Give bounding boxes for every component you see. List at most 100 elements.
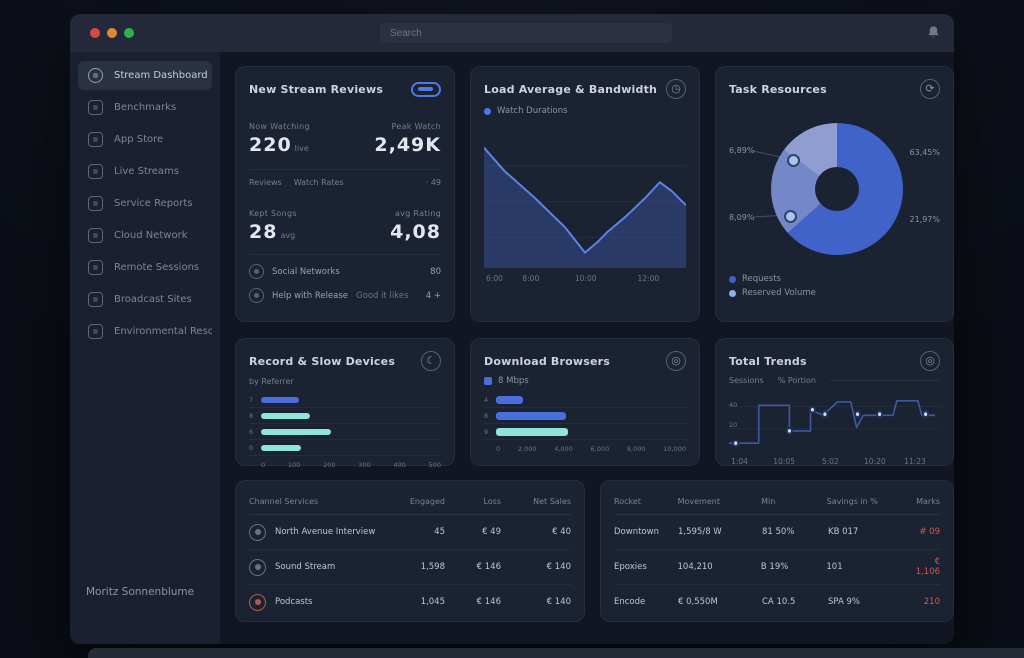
referrer-bar-chart: 7860 bbox=[249, 392, 441, 456]
metrics-table: RocketMovementMinSavings in %MarksDownto… bbox=[600, 480, 954, 622]
bar-row: 8 bbox=[484, 408, 686, 424]
table-row[interactable]: Sound Stream1,598€ 146€ 140 bbox=[249, 550, 571, 585]
axis-tick-label: 10:20 bbox=[864, 457, 886, 466]
history-button[interactable]: ◷ bbox=[666, 79, 686, 99]
column-header: Movement bbox=[678, 497, 761, 506]
close-button[interactable] bbox=[90, 28, 100, 38]
table-cell: 101 bbox=[826, 562, 915, 572]
table-cell: € 140 bbox=[501, 562, 571, 572]
sidebar-item-cloud-network[interactable]: Cloud Network bbox=[78, 221, 212, 250]
divider bbox=[249, 254, 441, 255]
card-title: Task Resources bbox=[729, 83, 827, 96]
refresh-button[interactable]: ⟳ bbox=[920, 79, 940, 99]
focus-button[interactable]: ◎ bbox=[920, 351, 940, 371]
sidebar-item-live-streams[interactable]: Live Streams bbox=[78, 157, 212, 186]
axis-tick-label: 10,000 bbox=[663, 445, 686, 453]
bar-row: 8 bbox=[249, 408, 441, 424]
list-item[interactable]: Help with Release Good it likes 4 + bbox=[249, 288, 441, 303]
sidebar-item-app-store[interactable]: App Store bbox=[78, 125, 212, 154]
dashboard-icon bbox=[88, 68, 103, 83]
column-header: Loss bbox=[445, 497, 501, 506]
stat-kept-songs: Kept Songs 28avg bbox=[249, 209, 297, 243]
bar-label: 0 bbox=[249, 444, 261, 452]
list-item[interactable]: Social Networks 80 bbox=[249, 264, 441, 279]
referrer-axis: 0100200300400500 bbox=[249, 461, 441, 469]
moon-icon: ☾ bbox=[426, 355, 436, 367]
sidebar-item-environmental-resources[interactable]: Environmental Resources bbox=[78, 317, 212, 346]
channel-cell: Podcasts bbox=[249, 594, 383, 611]
donut-label: 63,45% bbox=[909, 148, 940, 157]
bar-track bbox=[261, 392, 441, 407]
table-cell: 104,210 bbox=[678, 562, 761, 572]
step-line-chart bbox=[729, 393, 940, 451]
column-header: Engaged bbox=[383, 497, 445, 506]
channel-name: Podcasts bbox=[275, 597, 313, 607]
table-header: RocketMovementMinSavings in %Marks bbox=[614, 494, 940, 515]
sidebar-item-service-reports[interactable]: Service Reports bbox=[78, 189, 212, 218]
axis-tick-label: 400 bbox=[393, 461, 405, 469]
sidebar-item-remote-sessions[interactable]: Remote Sessions bbox=[78, 253, 212, 282]
refresh-icon bbox=[249, 559, 266, 576]
bar-label: 9 bbox=[484, 428, 496, 436]
area-legend: Watch Durations bbox=[484, 106, 686, 116]
bar-row: 9 bbox=[484, 424, 686, 440]
sidebar-item-benchmarks[interactable]: Benchmarks bbox=[78, 93, 212, 122]
table-cell: # 09 bbox=[918, 527, 940, 537]
axis-tick-label: 4,000 bbox=[554, 445, 573, 453]
main-content: New Stream Reviews Now Watching 220live … bbox=[220, 52, 954, 644]
bar-label: 6 bbox=[249, 428, 261, 436]
sidebar-item-label: Stream Dashboard bbox=[114, 70, 208, 81]
table-row[interactable]: Encode€ 0,550MCA 10.5SPA 9%210 bbox=[614, 585, 940, 619]
column-header: Rocket bbox=[614, 497, 678, 506]
table-row[interactable]: Epoxies104,210B 19%101€ 1,106 bbox=[614, 550, 940, 585]
channel-name: Sound Stream bbox=[275, 562, 335, 572]
target-icon: ◎ bbox=[671, 355, 681, 367]
table-row[interactable]: North Avenue Interview45€ 49€ 40 bbox=[249, 515, 571, 550]
bar-label: 4 bbox=[484, 396, 496, 404]
search-input[interactable] bbox=[380, 23, 672, 43]
clock-icon: ◷ bbox=[671, 83, 681, 95]
minimize-button[interactable] bbox=[107, 28, 117, 38]
axis-tick-label: 1:04 bbox=[731, 457, 748, 466]
network-icon bbox=[88, 228, 103, 243]
trends-legend: Sessions % Portion bbox=[729, 376, 940, 385]
sidebar-item-stream-dashboard[interactable]: Stream Dashboard bbox=[78, 61, 212, 90]
axis-tick-label: 2,000 bbox=[518, 445, 537, 453]
donut-marker-icon bbox=[787, 154, 800, 167]
sessions-icon bbox=[88, 260, 103, 275]
table-row[interactable]: Podcasts1,045€ 146€ 140 bbox=[249, 585, 571, 619]
night-mode-button[interactable]: ☾ bbox=[421, 351, 441, 371]
live-icon bbox=[88, 164, 103, 179]
area-chart bbox=[484, 140, 686, 268]
bar-track bbox=[496, 424, 686, 439]
axis-tick-label: 10:00 bbox=[575, 274, 597, 283]
table-header: Channel ServicesEngagedLossNet Sales bbox=[249, 494, 571, 515]
column-header: Min bbox=[761, 497, 827, 506]
scope-icon: ◎ bbox=[925, 355, 935, 367]
apps-icon bbox=[88, 132, 103, 147]
table-cell: 45 bbox=[383, 527, 445, 537]
zoom-button[interactable] bbox=[124, 28, 134, 38]
referrer-bars-card: Record & Slow Devices ☾ by Referrer 7860… bbox=[235, 338, 455, 466]
axis-tick-label: 11:23 bbox=[904, 457, 926, 466]
axis-tick-label: 500 bbox=[429, 461, 441, 469]
bar-label: 8 bbox=[249, 412, 261, 420]
axis-tick-label: 10:05 bbox=[773, 457, 795, 466]
bar bbox=[496, 396, 523, 404]
axis-tick-label: 6:00 bbox=[486, 274, 503, 283]
channel-cell: North Avenue Interview bbox=[249, 524, 383, 541]
table-cell: 210 bbox=[918, 597, 940, 607]
sidebar-item-broadcast-sites[interactable]: Broadcast Sites bbox=[78, 285, 212, 314]
reviews-toggle[interactable] bbox=[411, 82, 441, 97]
table-row[interactable]: Downtown1,595/8 W81 50%KB 017# 09 bbox=[614, 515, 940, 550]
legend-dot-icon bbox=[729, 290, 736, 297]
sidebar-footer-user: Moritz Sonnenblume bbox=[86, 586, 194, 598]
donut-legend: Requests Reserved Volume bbox=[729, 274, 816, 298]
bar bbox=[261, 445, 301, 451]
stat-now-watching: Now Watching 220live bbox=[249, 122, 310, 156]
sidebar-item-label: Remote Sessions bbox=[114, 262, 199, 273]
notifications-button[interactable] bbox=[922, 22, 944, 44]
target-button[interactable]: ◎ bbox=[666, 351, 686, 371]
table-cell: € 0,550M bbox=[678, 597, 762, 607]
bar bbox=[261, 397, 299, 403]
